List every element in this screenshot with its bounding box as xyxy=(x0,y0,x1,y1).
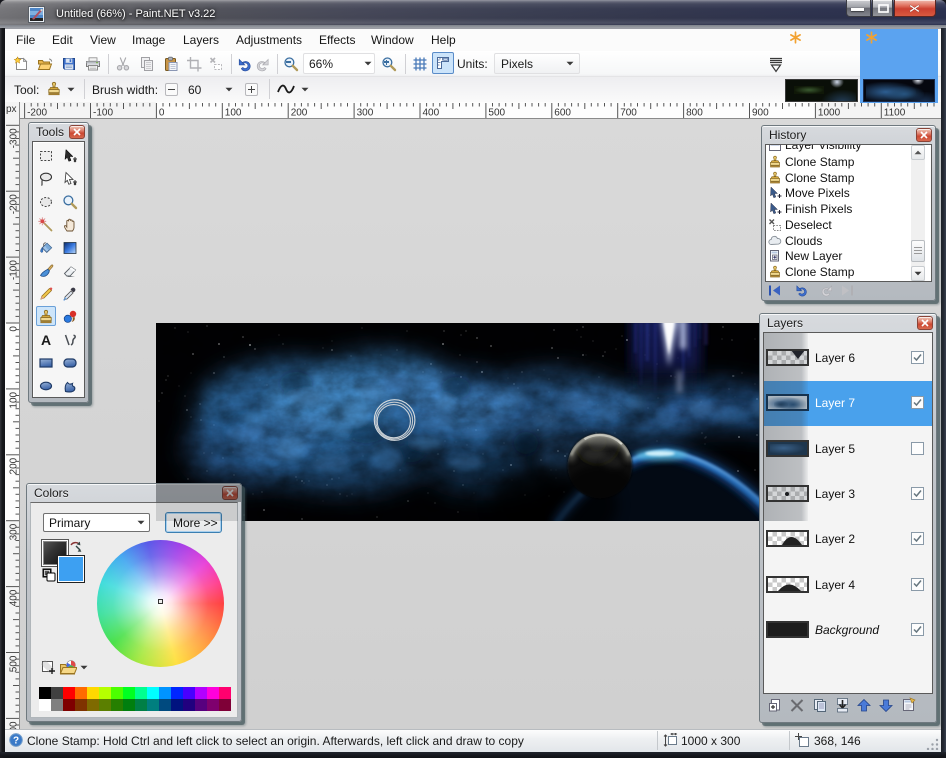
svg-text:500: 500 xyxy=(9,655,20,672)
svg-text:100: 100 xyxy=(225,108,242,119)
svg-text:-200: -200 xyxy=(9,194,20,214)
svg-text:100: 100 xyxy=(9,391,20,408)
svg-text:200: 200 xyxy=(9,457,20,474)
svg-text:-100: -100 xyxy=(9,260,20,280)
svg-text:800: 800 xyxy=(686,108,703,119)
svg-text:?: ? xyxy=(13,736,19,747)
svg-text:-300: -300 xyxy=(9,128,20,148)
svg-text:-200: -200 xyxy=(27,108,47,119)
svg-text:300: 300 xyxy=(9,523,20,540)
svg-text:500: 500 xyxy=(488,108,505,119)
svg-text:700: 700 xyxy=(620,108,637,119)
svg-text:-100: -100 xyxy=(93,108,113,119)
svg-text:1100: 1100 xyxy=(884,108,906,119)
svg-text:1000: 1000 xyxy=(818,108,841,119)
svg-text:600: 600 xyxy=(554,108,571,119)
svg-text:400: 400 xyxy=(423,108,440,119)
svg-text:900: 900 xyxy=(752,108,769,119)
svg-text:600: 600 xyxy=(9,721,20,729)
svg-text:0: 0 xyxy=(9,326,20,332)
svg-text:300: 300 xyxy=(357,108,374,119)
svg-text:400: 400 xyxy=(9,589,20,606)
svg-text:200: 200 xyxy=(291,108,308,119)
svg-text:0: 0 xyxy=(159,108,165,119)
